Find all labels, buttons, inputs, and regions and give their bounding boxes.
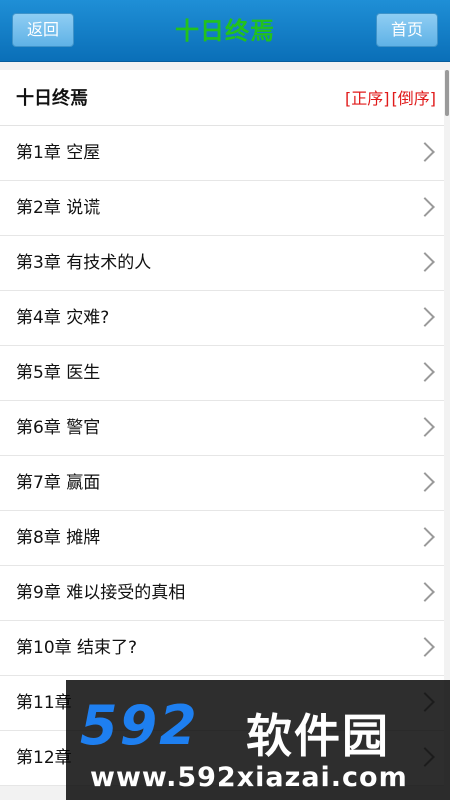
sort-controls: [正序] [倒序]: [343, 70, 436, 128]
back-button[interactable]: 返回: [12, 13, 74, 47]
chevron-right-icon: [415, 637, 435, 657]
chapter-title: 第3章 有技术的人: [16, 253, 152, 273]
chapter-row[interactable]: 第4章 灾难?: [0, 291, 444, 346]
chapter-title: 第10章 结束了?: [16, 638, 138, 658]
chapter-row[interactable]: 第3章 有技术的人: [0, 236, 444, 291]
chapter-row[interactable]: 第7章 赢面: [0, 456, 444, 511]
book-header-row: 十日终焉 [正序] [倒序]: [0, 70, 444, 126]
watermark-url: www.592xiazai.com: [90, 762, 408, 793]
chevron-right-icon: [415, 582, 435, 602]
chapter-row[interactable]: 第5章 医生: [0, 346, 444, 401]
page-title: 十日终焉: [175, 17, 275, 45]
sort-descending-link[interactable]: [倒序]: [392, 89, 437, 108]
book-name: 十日终焉: [16, 88, 88, 109]
chapter-list: 十日终焉 [正序] [倒序] 第1章 空屋 第2章 说谎 第3章 有技术的人 第4…: [0, 70, 444, 786]
chapter-row[interactable]: 第10章 结束了?: [0, 621, 444, 676]
watermark-brand: 软件园: [246, 709, 390, 763]
home-button[interactable]: 首页: [376, 13, 438, 47]
chapter-title: 第9章 难以接受的真相: [16, 583, 186, 603]
chapter-row[interactable]: 第8章 摊牌: [0, 511, 444, 566]
chapter-row[interactable]: 第1章 空屋: [0, 126, 444, 181]
chapter-title: 第5章 医生: [16, 363, 101, 383]
chapter-title: 第1章 空屋: [16, 143, 101, 163]
chevron-right-icon: [415, 197, 435, 217]
watermark-banner: 592 软件园 www.592xiazai.com: [66, 680, 450, 800]
chapter-title: 第12章: [16, 748, 72, 768]
chapter-row[interactable]: 第6章 警官: [0, 401, 444, 456]
chevron-right-icon: [415, 472, 435, 492]
sort-ascending-link[interactable]: [正序]: [345, 89, 390, 108]
watermark-number: 592: [80, 694, 199, 757]
chevron-right-icon: [415, 307, 435, 327]
chevron-right-icon: [415, 362, 435, 382]
chapter-row[interactable]: 第9章 难以接受的真相: [0, 566, 444, 621]
chapter-title: 第2章 说谎: [16, 198, 101, 218]
chevron-right-icon: [415, 527, 435, 547]
chapter-title: 第4章 灾难?: [16, 308, 110, 328]
chapter-title: 第7章 赢面: [16, 473, 101, 493]
chapter-title: 第11章: [16, 693, 72, 713]
chapter-title: 第6章 警官: [16, 418, 101, 438]
scrollbar[interactable]: [445, 70, 449, 116]
chapter-title: 第8章 摊牌: [16, 528, 101, 548]
chevron-right-icon: [415, 142, 435, 162]
top-bar: 返回 十日终焉 首页: [0, 0, 450, 62]
chapter-row[interactable]: 第2章 说谎: [0, 181, 444, 236]
chevron-right-icon: [415, 252, 435, 272]
chevron-right-icon: [415, 417, 435, 437]
